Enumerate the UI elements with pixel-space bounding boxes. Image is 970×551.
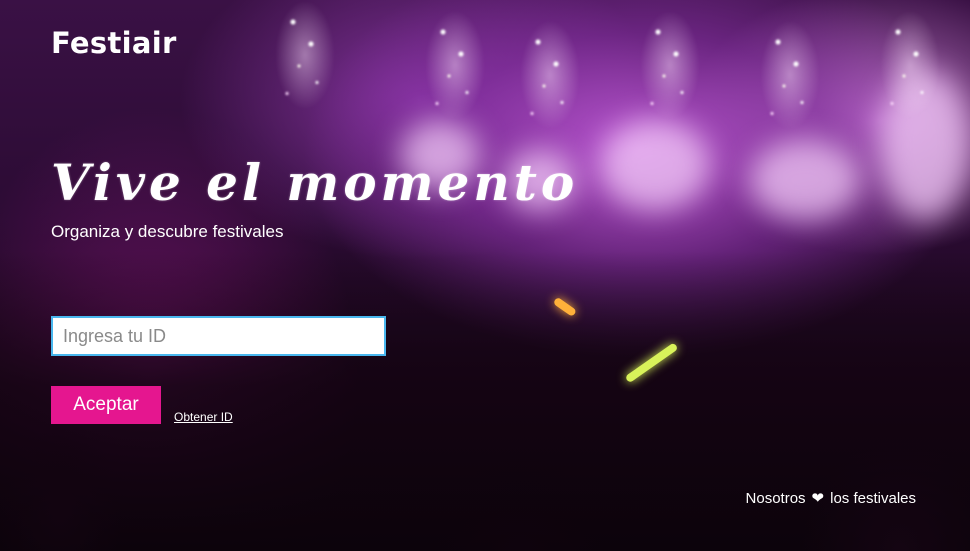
accept-button[interactable]: Aceptar (51, 386, 161, 424)
brand-logo: Festiair (51, 26, 177, 60)
hero-title: Vive el momento (51, 153, 579, 212)
get-id-link[interactable]: Obtener ID (174, 410, 233, 424)
id-input[interactable] (51, 316, 386, 356)
footer-tagline: Nosotros ❤ los festivales (745, 489, 916, 508)
hero-subtitle: Organiza y descubre festivales (51, 222, 284, 241)
footer-prefix: Nosotros (745, 489, 806, 507)
background-concert-image (0, 0, 970, 551)
heart-icon: ❤ (811, 490, 825, 507)
footer-suffix: los festivales (830, 489, 916, 507)
